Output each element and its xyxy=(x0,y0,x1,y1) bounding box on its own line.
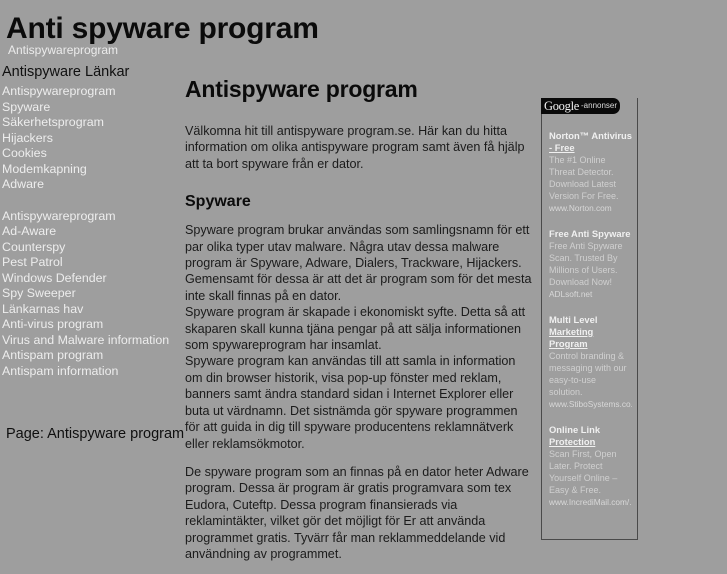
sidebar-item-windows-defender[interactable]: Windows Defender xyxy=(0,271,178,287)
ad-title-line-1: Norton™ Antivirus xyxy=(549,130,632,141)
google-ads-label: -annonser xyxy=(581,101,618,110)
sidebar-group-divider xyxy=(0,193,178,209)
ad-description-2: Free Anti Spyware Scan. Trusted By Milli… xyxy=(549,241,623,287)
google-ads-list: Norton™ Antivirus - Free The #1 Online T… xyxy=(542,130,637,508)
body-paragraph-3: Spyware program är skapade i ekonomiskt … xyxy=(185,305,526,353)
ad-item-4: Online Link Protection Scan First, Open … xyxy=(549,424,632,508)
ad-item-3: Multi Level Marketing Program Control br… xyxy=(549,314,632,410)
sidebar-heading: Antispyware Länkar xyxy=(2,64,130,80)
ad-title-line-2: - Free xyxy=(549,142,575,153)
sidebar-item-virus-and-malware-information[interactable]: Virus and Malware information xyxy=(0,333,178,349)
ad-url-3: www.StiboSystems.co... xyxy=(549,399,632,409)
sidebar-item-spyware[interactable]: Spyware xyxy=(0,100,178,116)
ad-title-link-3[interactable]: Multi Level Marketing Program xyxy=(549,314,632,350)
sidebar: Antispyware Länkar Antispywareprogram Sp… xyxy=(0,64,178,379)
sidebar-item-pest-patrol[interactable]: Pest Patrol xyxy=(0,255,178,271)
list-item: Modemkapning xyxy=(0,162,178,178)
list-item: Säkerhetsprogram xyxy=(0,115,178,131)
site-subtitle-link[interactable]: Antispywareprogram xyxy=(8,44,118,56)
ad-title-link-2[interactable]: Free Anti Spyware xyxy=(549,228,632,240)
main-content: Antispyware program Välkomna hit till an… xyxy=(185,76,535,574)
ad-url-4: www.IncrediMail.com/... xyxy=(549,497,632,507)
list-item: Adware xyxy=(0,177,178,193)
list-item: Counterspy xyxy=(0,240,178,256)
sidebar-item-modemkapning[interactable]: Modemkapning xyxy=(0,162,178,178)
ad-url-2: ADLsoft.net xyxy=(549,289,593,299)
list-item: Spy Sweeper xyxy=(0,286,178,302)
list-item: Cookies xyxy=(0,146,178,162)
sidebar-item-counterspy[interactable]: Counterspy xyxy=(0,240,178,256)
list-item: Pest Patrol xyxy=(0,255,178,271)
ad-title-link-1[interactable]: Norton™ Antivirus - Free xyxy=(549,130,632,154)
ad-title-line-1: Free Anti Spyware xyxy=(549,228,631,239)
ad-title-line-1: Multi Level xyxy=(549,314,598,325)
sidebar-item-adware[interactable]: Adware xyxy=(0,177,178,193)
body-paragraph-5: De spyware program som an finnas på en d… xyxy=(185,464,529,561)
ad-title-line-2: Protection xyxy=(549,436,596,447)
list-item: Virus and Malware information xyxy=(0,333,178,349)
page-label: Page: Antispyware program xyxy=(6,426,185,442)
sidebar-item-sakerhetsprogram[interactable]: Säkerhetsprogram xyxy=(0,115,178,131)
sidebar-item-ad-aware[interactable]: Ad-Aware xyxy=(0,224,178,240)
list-item: Windows Defender xyxy=(0,271,178,287)
sidebar-item-antispywareprogram[interactable]: Antispywareprogram xyxy=(0,84,178,100)
list-item: Antispywareprogram xyxy=(0,84,178,100)
sidebar-item-antispywareprogram-2[interactable]: Antispywareprogram xyxy=(0,209,178,225)
list-item: Hijackers xyxy=(0,131,178,147)
list-item: Antispam program xyxy=(0,348,178,364)
sidebar-item-anti-virus-program[interactable]: Anti-virus program xyxy=(0,317,178,333)
ad-title-line-2: Marketing Program xyxy=(549,326,594,349)
google-ads-header: Google -annonser xyxy=(541,98,620,114)
list-item: Ad-Aware xyxy=(0,224,178,240)
sidebar-item-cookies[interactable]: Cookies xyxy=(0,146,178,162)
intro-paragraph: Välkomna hit till antispyware program.se… xyxy=(185,124,525,171)
ad-url-1: www.Norton.com xyxy=(549,203,612,213)
ad-item-1: Norton™ Antivirus - Free The #1 Online T… xyxy=(549,130,632,214)
list-item: Anti-virus program xyxy=(0,317,178,333)
page-title: Antispyware program xyxy=(185,76,418,102)
google-logo: Google xyxy=(544,99,579,113)
body-paragraph-1: Spyware program brukar användas som saml… xyxy=(185,223,530,271)
sidebar-nav-group-2: Antispywareprogram Ad-Aware Counterspy P… xyxy=(0,209,178,380)
ad-description-3: Control branding & messaging with our ea… xyxy=(549,351,627,397)
list-item: Antispam information xyxy=(0,364,178,380)
body-paragraph-2: Gemensamt för dessa är att det är progra… xyxy=(185,272,532,303)
body-paragraph-4: Spyware program kan användas till att sa… xyxy=(185,354,518,451)
ad-item-2: Free Anti Spyware Free Anti Spyware Scan… xyxy=(549,228,632,300)
ad-description-1: The #1 Online Threat Detector. Download … xyxy=(549,155,619,201)
list-item: Antispywareprogram xyxy=(0,209,178,225)
ad-title-line-1: Online Link xyxy=(549,424,601,435)
list-item: Länkarnas hav xyxy=(0,302,178,318)
google-ads-box: Google -annonser Norton™ Antivirus - Fre… xyxy=(541,98,638,540)
site-title: Anti spyware program xyxy=(6,12,319,45)
ad-description-4: Scan First, Open Later. Protect Yourself… xyxy=(549,449,618,495)
sidebar-item-spy-sweeper[interactable]: Spy Sweeper xyxy=(0,286,178,302)
section-heading-spyware: Spyware xyxy=(185,193,251,211)
sidebar-item-lankarnas-hav[interactable]: Länkarnas hav xyxy=(0,302,178,318)
sidebar-item-antispam-program[interactable]: Antispam program xyxy=(0,348,178,364)
page-root: Anti spyware program Antispywareprogram … xyxy=(0,0,727,561)
sidebar-item-antispam-information[interactable]: Antispam information xyxy=(0,364,178,380)
sidebar-nav-group-1: Antispywareprogram Spyware Säkerhetsprog… xyxy=(0,84,178,193)
list-item: Spyware xyxy=(0,100,178,116)
sidebar-item-hijackers[interactable]: Hijackers xyxy=(0,131,178,147)
ad-title-link-4[interactable]: Online Link Protection xyxy=(549,424,632,448)
